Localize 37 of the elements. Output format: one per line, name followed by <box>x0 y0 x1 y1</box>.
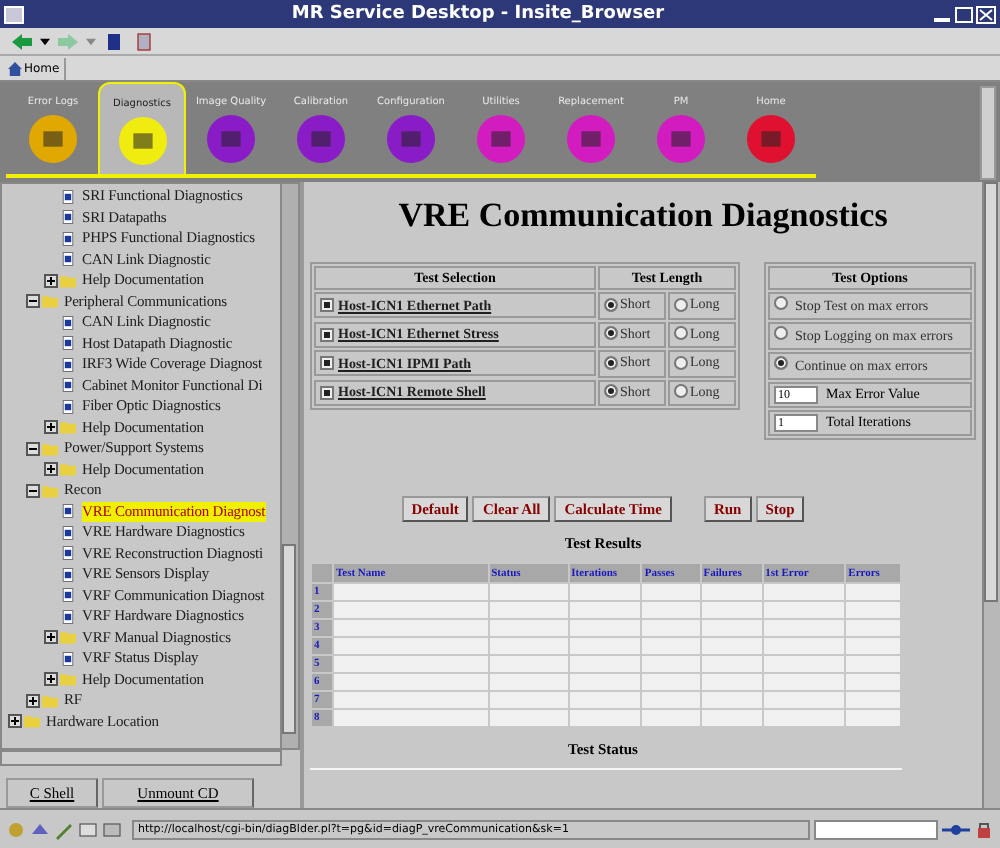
close-icon[interactable] <box>976 5 996 23</box>
scrollbar[interactable] <box>0 750 282 766</box>
radio-button[interactable] <box>774 296 788 310</box>
input-field[interactable] <box>814 819 938 839</box>
expander-icon[interactable] <box>44 630 58 645</box>
page-icon <box>60 651 76 666</box>
expander-icon[interactable] <box>44 672 58 687</box>
expander-icon[interactable] <box>44 420 58 435</box>
maximize-icon[interactable] <box>954 5 974 23</box>
scrollbar[interactable] <box>980 86 996 180</box>
checkbox[interactable] <box>320 356 334 370</box>
checkbox[interactable] <box>320 298 334 312</box>
checkbox[interactable] <box>320 385 334 399</box>
checkbox[interactable] <box>320 327 334 341</box>
expander-icon[interactable] <box>44 462 58 477</box>
page-title: VRE Communication Diagnostics <box>396 196 890 236</box>
lock-icon[interactable] <box>974 819 994 839</box>
window-title: MR Service Desktop - Insite_Browser <box>289 4 667 24</box>
expander-icon[interactable] <box>26 693 40 708</box>
window-menu-icon[interactable] <box>4 5 24 23</box>
expander-icon[interactable] <box>26 483 40 498</box>
scrollbar[interactable] <box>982 182 1000 808</box>
expander-icon[interactable] <box>44 273 58 288</box>
dropdown-arrow-icon[interactable] <box>40 37 50 45</box>
radio-button[interactable] <box>774 356 788 370</box>
expander-icon[interactable] <box>26 441 40 456</box>
network-icon[interactable] <box>942 819 970 839</box>
folder-icon <box>60 630 76 645</box>
expander-icon[interactable] <box>26 294 40 309</box>
radio-button[interactable] <box>774 326 788 340</box>
radio-button[interactable] <box>604 297 618 311</box>
radio-button[interactable] <box>604 384 618 398</box>
radio-button[interactable] <box>604 355 618 369</box>
scrollbar[interactable] <box>280 184 298 748</box>
radio-button[interactable] <box>604 326 618 340</box>
expander-icon[interactable] <box>8 714 22 729</box>
home-icon <box>8 61 22 75</box>
